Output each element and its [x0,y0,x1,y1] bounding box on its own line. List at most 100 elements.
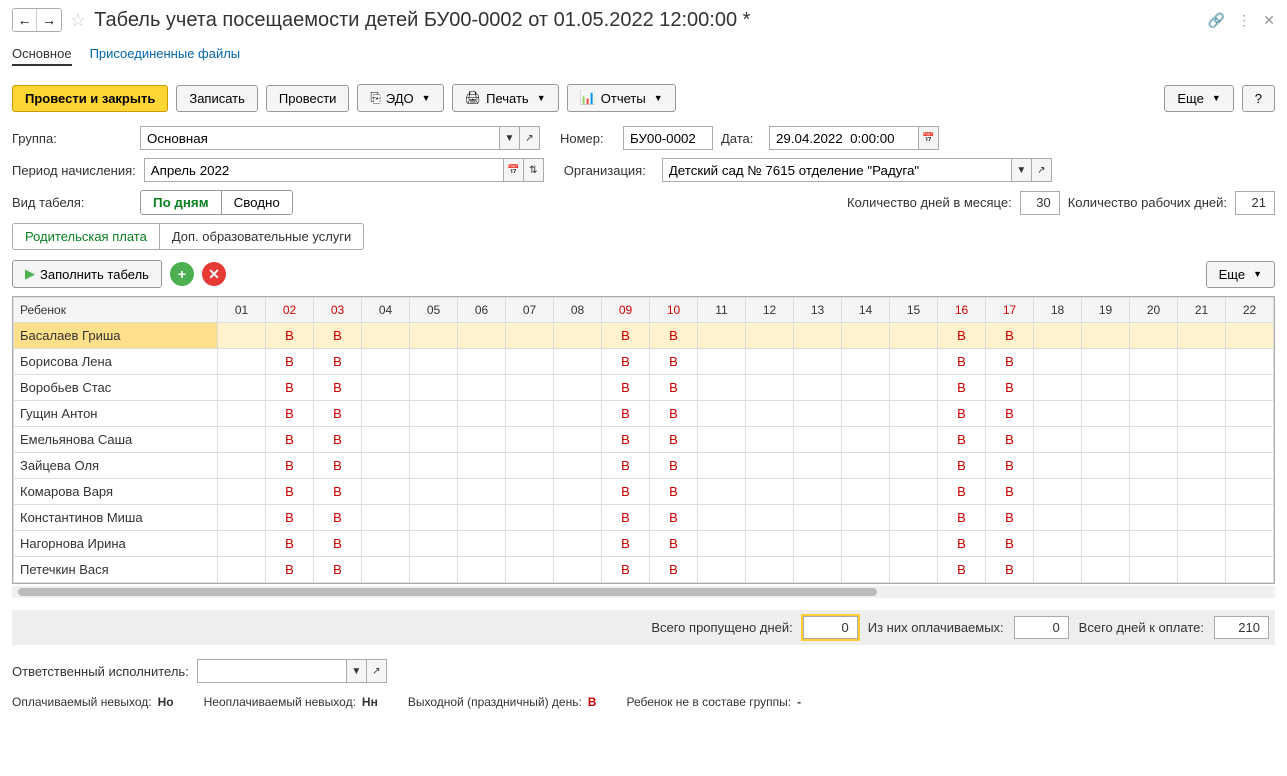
table-row[interactable]: Нагорнова ИринаВВВВВВ [14,531,1274,557]
day-cell[interactable] [218,427,266,453]
day-cell[interactable] [1034,505,1082,531]
day-cell[interactable] [1226,531,1274,557]
open-icon[interactable]: ↗ [367,659,387,683]
add-row-button[interactable]: + [170,262,194,286]
day-cell[interactable]: В [650,427,698,453]
day-cell[interactable]: В [266,427,314,453]
day-cell[interactable] [794,453,842,479]
day-cell[interactable] [458,401,506,427]
day-cell[interactable]: В [938,557,986,583]
day-cell[interactable]: В [650,401,698,427]
day-cell[interactable] [1034,375,1082,401]
edo-button[interactable]: ⎘ ЭДО▼ [357,84,443,112]
day-cell[interactable] [554,453,602,479]
day-cell[interactable]: В [314,375,362,401]
day-cell[interactable] [506,349,554,375]
day-cell[interactable] [794,531,842,557]
day-cell[interactable] [698,453,746,479]
day-cell[interactable] [698,531,746,557]
dropdown-icon[interactable]: ▼ [347,659,367,683]
table-row[interactable]: Константинов МишаВВВВВВ [14,505,1274,531]
day-cell[interactable] [1130,349,1178,375]
day-cell[interactable] [1082,375,1130,401]
nav-forward-button[interactable]: → [37,9,61,31]
day-cell[interactable] [506,557,554,583]
day-cell[interactable] [506,479,554,505]
day-cell[interactable] [746,479,794,505]
day-cell[interactable] [698,323,746,349]
day-cell[interactable] [1082,505,1130,531]
day-cell[interactable] [1034,323,1082,349]
day-cell[interactable]: В [986,323,1034,349]
day-cell[interactable] [890,557,938,583]
day-cell[interactable] [506,323,554,349]
table-row[interactable]: Воробьев СтасВВВВВВ [14,375,1274,401]
day-cell[interactable]: В [602,505,650,531]
day-cell[interactable] [218,453,266,479]
day-cell[interactable]: В [650,349,698,375]
day-cell[interactable] [698,505,746,531]
subtab-main[interactable]: Основное [12,46,72,66]
day-cell[interactable] [1226,479,1274,505]
favorite-star-icon[interactable]: ☆ [70,10,86,31]
day-cell[interactable] [698,557,746,583]
day-cell[interactable]: В [602,557,650,583]
day-cell[interactable] [842,427,890,453]
day-cell[interactable]: В [314,453,362,479]
day-cell[interactable] [842,479,890,505]
day-cell[interactable] [746,505,794,531]
day-cell[interactable] [1130,453,1178,479]
day-cell[interactable] [458,375,506,401]
day-cell[interactable] [842,375,890,401]
day-cell[interactable] [362,401,410,427]
day-cell[interactable]: В [266,453,314,479]
day-cell[interactable] [698,479,746,505]
day-cell[interactable]: В [314,427,362,453]
day-cell[interactable]: В [266,479,314,505]
day-cell[interactable] [794,479,842,505]
day-cell[interactable] [1178,505,1226,531]
day-cell[interactable] [698,427,746,453]
day-cell[interactable] [842,349,890,375]
day-cell[interactable] [890,323,938,349]
menu-dots-icon[interactable]: ⋮ [1237,12,1251,29]
day-cell[interactable] [1082,349,1130,375]
table-row[interactable]: Комарова ВаряВВВВВВ [14,479,1274,505]
tab-parent-fee[interactable]: Родительская плата [13,224,160,249]
day-cell[interactable] [1226,323,1274,349]
day-cell[interactable] [410,375,458,401]
day-cell[interactable] [458,505,506,531]
day-cell[interactable] [218,323,266,349]
day-cell[interactable] [218,375,266,401]
day-cell[interactable] [1082,453,1130,479]
tab-extra-education[interactable]: Доп. образовательные услуги [160,224,363,249]
day-cell[interactable]: В [938,505,986,531]
day-cell[interactable] [746,453,794,479]
day-cell[interactable] [698,401,746,427]
day-cell[interactable]: В [938,323,986,349]
day-cell[interactable] [410,349,458,375]
day-cell[interactable] [506,453,554,479]
day-cell[interactable] [698,349,746,375]
day-cell[interactable] [1082,401,1130,427]
day-cell[interactable] [1082,557,1130,583]
child-name-cell[interactable]: Константинов Миша [14,505,218,531]
day-cell[interactable] [746,375,794,401]
day-cell[interactable] [458,323,506,349]
day-cell[interactable] [1178,479,1226,505]
attendance-table[interactable]: Ребенок010203040506070809101112131415161… [12,296,1275,584]
day-cell[interactable] [842,401,890,427]
day-cell[interactable] [794,427,842,453]
day-cell[interactable] [362,453,410,479]
total-value[interactable]: 210 [1214,616,1269,639]
day-cell[interactable] [362,505,410,531]
responsible-input[interactable] [197,659,347,683]
day-cell[interactable] [410,531,458,557]
day-cell[interactable] [1082,531,1130,557]
day-cell[interactable]: В [602,427,650,453]
day-cell[interactable] [1130,375,1178,401]
day-cell[interactable] [362,531,410,557]
table-row[interactable]: Гущин АнтонВВВВВВ [14,401,1274,427]
save-button[interactable]: Записать [176,85,258,112]
day-cell[interactable] [410,427,458,453]
